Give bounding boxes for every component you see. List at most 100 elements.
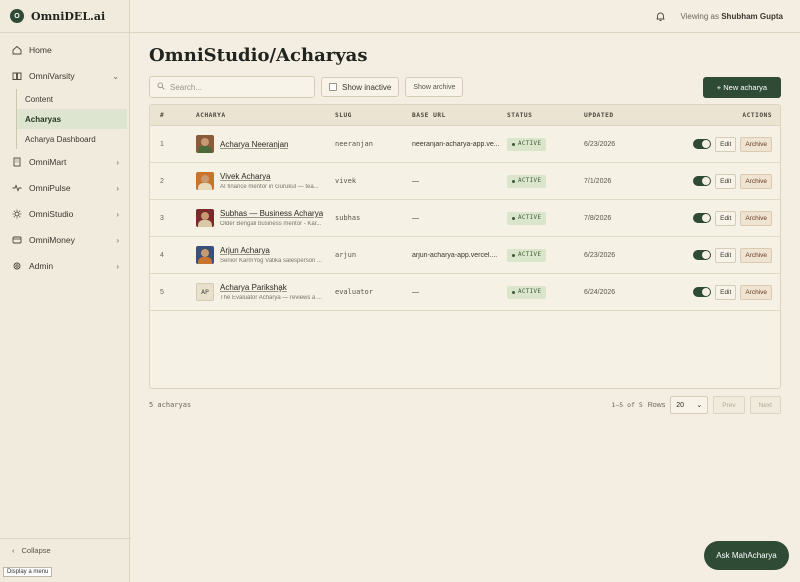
viewing-as: Viewing as Shubham Gupta — [680, 12, 783, 21]
page-title: OmniStudio/Acharyas — [149, 45, 368, 66]
result-count: 5 acharyas — [149, 401, 192, 409]
sidebar-item-omnistudio[interactable]: OmniStudio › — [0, 201, 129, 227]
prev-page-button[interactable]: Prev — [713, 396, 745, 414]
sidebar-item-label: Home — [29, 45, 52, 55]
sidebar-subitem-acharya-dashboard[interactable]: Acharya Dashboard — [17, 129, 129, 149]
acharya-name-link[interactable]: Acharya Neeranjan — [220, 140, 288, 149]
chevron-right-icon: › — [116, 157, 119, 167]
edit-button[interactable]: Edit — [715, 247, 737, 263]
active-toggle[interactable] — [693, 213, 712, 223]
sidebar-subitem-content[interactable]: Content — [17, 89, 129, 109]
archive-button[interactable]: Archive — [740, 284, 772, 300]
chevron-right-icon: › — [116, 209, 119, 219]
acharya-name-link[interactable]: Vivek Acharya — [220, 172, 319, 181]
edit-button[interactable]: Edit — [715, 136, 737, 152]
table-row[interactable]: 3 Subhas — Business Acharya Older Bengal… — [150, 200, 780, 237]
status-text: ACTIVE — [518, 215, 542, 221]
archive-button[interactable]: Archive — [740, 136, 772, 152]
building-icon — [12, 157, 22, 167]
tooltip: Display a menu — [3, 567, 53, 577]
sidebar-item-label: OmniMoney — [29, 235, 75, 245]
acharya-description: AI finance mentor in Gurukul — tea... — [220, 184, 319, 190]
col-updated[interactable]: UPDATED — [584, 112, 674, 119]
acharya-cell: Arjun Acharya Senior KarmYog Vatika sale… — [196, 246, 335, 264]
status-badge: ACTIVE — [507, 174, 547, 188]
edit-button[interactable]: Edit — [715, 284, 737, 300]
ask-mahacharya-button[interactable]: Ask MahAcharya — [704, 541, 789, 570]
archive-button[interactable]: Archive — [740, 247, 772, 263]
sidebar: O OmniDEL.ai Home OmniVarsity ⌄ Content … — [0, 0, 131, 582]
row-number: 5 — [160, 288, 164, 296]
search-box[interactable] — [149, 76, 315, 98]
status-cell: ACTIVE — [507, 248, 584, 262]
acharyas-table: # ACHARYA SLUG BASE URL STATUS UPDATED A… — [149, 104, 781, 389]
page-range: 1–5 of 5 — [611, 401, 643, 409]
avatar — [196, 135, 214, 153]
table-row[interactable]: 4 Arjun Acharya Senior KarmYog Vatika sa… — [150, 237, 780, 274]
row-number: 4 — [160, 251, 164, 259]
collapse-label: Collapse — [21, 546, 51, 555]
active-toggle[interactable] — [693, 139, 712, 149]
toolbar: Show inactive Show archive + New acharya — [149, 76, 781, 98]
sidebar-subitem-acharyas[interactable]: Acharyas — [17, 109, 127, 129]
status-dot-icon — [512, 290, 515, 294]
search-input[interactable] — [170, 82, 310, 92]
row-number: 1 — [160, 140, 164, 148]
archive-button[interactable]: Archive — [740, 173, 772, 189]
avatar — [196, 172, 214, 190]
sidebar-item-omnimoney[interactable]: OmniMoney › — [0, 227, 129, 253]
brand[interactable]: O OmniDEL.ai — [0, 0, 129, 33]
table-row[interactable]: 1 Acharya Neeranjan neeranjan neeranjan-… — [150, 126, 780, 163]
archive-button[interactable]: Archive — [740, 210, 772, 226]
show-inactive-checkbox[interactable] — [329, 83, 337, 91]
bell-icon[interactable] — [654, 10, 666, 22]
collapse-button[interactable]: ‹ Collapse — [0, 538, 131, 562]
sidebar-item-omnivarsity[interactable]: OmniVarsity ⌄ — [0, 63, 129, 89]
sidebar-item-omnipulse[interactable]: OmniPulse › — [0, 175, 129, 201]
avatar — [196, 209, 214, 227]
rows-per-page-select[interactable]: 20 ⌄ — [670, 396, 709, 414]
current-user: Shubham Gupta — [721, 11, 783, 21]
acharya-name-link[interactable]: Arjun Acharya — [220, 246, 322, 255]
acharya-cell: AP Acharya Pariksha̧k The Evaluator Acha… — [196, 283, 335, 301]
show-inactive-toggle[interactable]: Show inactive — [321, 77, 400, 97]
updated-date: 6/24/2026 — [584, 288, 616, 296]
updated-date: 6/23/2026 — [584, 140, 616, 148]
col-slug[interactable]: SLUG — [335, 112, 412, 119]
topbar: Viewing as Shubham Gupta — [130, 0, 800, 33]
table-row[interactable]: 5 AP Acharya Pariksha̧k The Evaluator Ac… — [150, 274, 780, 311]
sidebar-item-admin[interactable]: Admin › — [0, 253, 129, 279]
status-cell: ACTIVE — [507, 174, 584, 188]
col-num[interactable]: # — [150, 112, 196, 119]
acharya-name-link[interactable]: Acharya Pariksha̧k — [220, 283, 322, 292]
slug: evaluator — [335, 288, 373, 296]
brand-logo: O — [10, 9, 24, 23]
active-toggle[interactable] — [693, 250, 712, 260]
book-icon — [12, 71, 22, 81]
col-actions: ACTIONS — [742, 111, 772, 119]
sidebar-item-label: OmniPulse — [29, 183, 71, 193]
sidebar-item-omnimart[interactable]: OmniMart › — [0, 149, 129, 175]
sidebar-item-label: OmniMart — [29, 157, 67, 167]
status-badge: ACTIVE — [507, 285, 547, 299]
acharya-name-link[interactable]: Subhas — Business Acharya — [220, 209, 323, 218]
chevron-left-icon: ‹ — [12, 546, 15, 555]
edit-button[interactable]: Edit — [715, 173, 737, 189]
sidebar-item-home[interactable]: Home — [0, 37, 129, 63]
status-text: ACTIVE — [518, 178, 542, 184]
show-archive-button[interactable]: Show archive — [405, 77, 464, 97]
active-toggle[interactable] — [693, 287, 712, 297]
edit-button[interactable]: Edit — [715, 210, 737, 226]
row-number: 3 — [160, 214, 164, 222]
new-acharya-button[interactable]: + New acharya — [702, 76, 781, 98]
table-row[interactable]: 2 Vivek Acharya AI finance mentor in Gur… — [150, 163, 780, 200]
status-cell: ACTIVE — [507, 137, 584, 151]
next-page-button[interactable]: Next — [749, 396, 781, 414]
col-status[interactable]: STATUS — [507, 112, 584, 119]
acharya-description: Older Bengali business mentor - Kar... — [220, 221, 322, 227]
col-base-url[interactable]: BASE URL — [412, 112, 507, 119]
active-toggle[interactable] — [693, 176, 712, 186]
chevron-right-icon: › — [116, 261, 119, 271]
col-acharya[interactable]: ACHARYA — [196, 112, 335, 119]
actions-cell: Edit Archive — [674, 173, 780, 189]
